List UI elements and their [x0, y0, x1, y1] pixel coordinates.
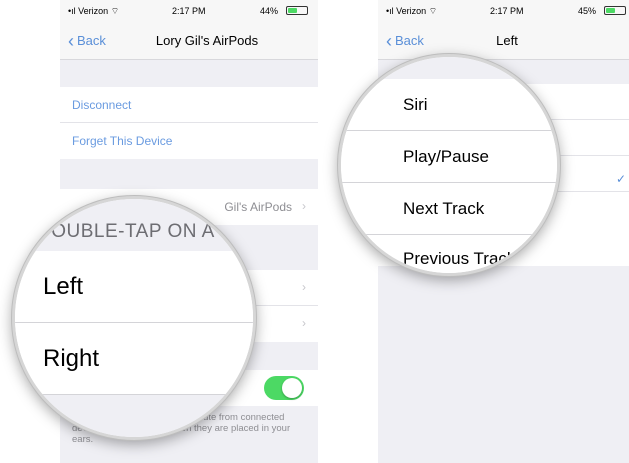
navigation-bar: ‹ Back Left — [378, 20, 629, 60]
forget-device-button[interactable]: Forget This Device — [60, 123, 318, 159]
wifi-icon: ⌔ — [426, 6, 438, 16]
wifi-icon: ⌔ — [108, 6, 120, 16]
carrier-label: •ıl Verizon ⌔ — [386, 6, 438, 16]
checkmark-icon: ✓ — [615, 172, 626, 186]
option-next-track[interactable]: Next Track — [341, 183, 557, 235]
right-magnifier-callout: Siri Play/Pause Next Track Previous Trac… — [338, 54, 560, 276]
chevron-right-icon: › — [302, 280, 306, 294]
signal-icon: •ıl — [386, 6, 397, 16]
double-tap-section-header: DOUBLE-TAP ON A — [15, 199, 253, 251]
double-tap-left-option[interactable]: Left — [15, 251, 253, 323]
device-actions-group: Disconnect Forget This Device — [60, 87, 318, 159]
status-time: 2:17 PM — [172, 6, 206, 16]
carrier-label: •ıl Verizon ⌔ — [68, 6, 120, 16]
left-magnifier-callout: DOUBLE-TAP ON A Left Right — [12, 196, 256, 440]
battery-percent: 44% — [259, 6, 278, 16]
status-bar: •ıl Verizon ⌔ 2:17 PM 44% — [60, 0, 318, 20]
option-siri[interactable]: Siri — [341, 79, 557, 131]
option-play-pause[interactable]: Play/Pause — [341, 131, 557, 183]
chevron-right-icon: › — [302, 316, 306, 330]
status-bar: •ıl Verizon ⌔ 2:17 PM 45% — [378, 0, 629, 20]
battery-icon — [286, 6, 308, 15]
chevron-right-icon: › — [302, 199, 306, 213]
battery-icon — [604, 6, 626, 15]
page-title: Lory Gil's AirPods — [155, 33, 259, 48]
disconnect-button[interactable]: Disconnect — [60, 87, 318, 123]
navigation-bar: ‹ Back Lory Gil's AirPods — [60, 20, 318, 60]
option-previous-track[interactable]: Previous Track — [341, 235, 557, 273]
page-title: Left — [496, 33, 518, 48]
status-time: 2:17 PM — [490, 6, 524, 16]
double-tap-right-option[interactable]: Right — [15, 323, 253, 395]
battery-percent: 45% — [577, 6, 596, 16]
ear-detection-toggle[interactable] — [264, 376, 304, 400]
chevron-left-icon: ‹ — [68, 30, 74, 51]
signal-icon: •ıl — [68, 6, 79, 16]
